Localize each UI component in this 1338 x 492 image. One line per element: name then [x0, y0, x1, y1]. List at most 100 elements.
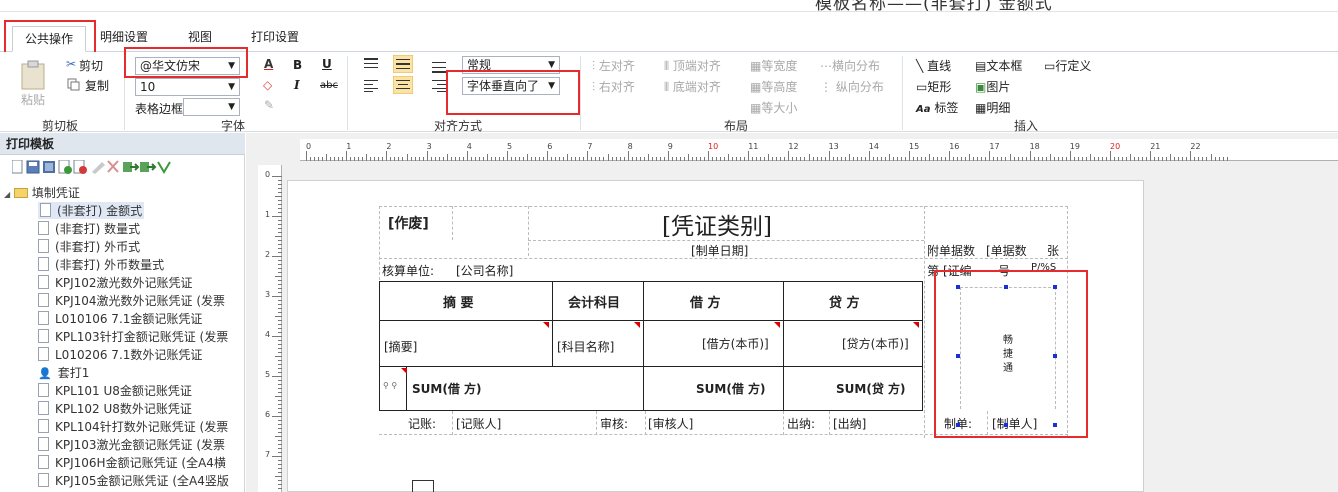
bookkeeper-label[interactable]: 记账: — [408, 415, 436, 432]
unit-label[interactable]: 核算单位: — [382, 262, 434, 279]
company-name-field[interactable]: [公司名称] — [456, 262, 513, 279]
align-left-layout-button[interactable]: ⫶ 左对齐 — [592, 57, 635, 74]
attachment-count-label[interactable]: 附单据数 — [927, 242, 975, 259]
ruler-tick — [864, 157, 866, 161]
column-header-summary[interactable]: 摘 要 — [443, 292, 474, 311]
attachment-count-field[interactable]: [单据数 — [986, 242, 1027, 259]
font-color-icon[interactable]: A — [264, 57, 273, 71]
ruler-tick — [278, 484, 282, 485]
sum-label[interactable]: SUM(借 方) — [412, 380, 481, 397]
tree-item[interactable]: KPL104针打数外记账凭证 (发票 — [38, 418, 228, 435]
tree-item[interactable]: KPJ103激光金额记账凭证 (发票 — [38, 436, 225, 453]
align-right-layout-button[interactable]: ⫶ 右对齐 — [592, 78, 635, 95]
tree-item[interactable]: (非套打) 外币数量式 — [38, 256, 164, 273]
tree-item[interactable]: KPJ104激光数外记账凭证 (发票 — [38, 292, 225, 309]
align-left-icon[interactable] — [364, 80, 378, 92]
ruler-tick — [494, 157, 496, 161]
ruler-tick — [275, 276, 282, 277]
refresh-icon[interactable] — [157, 161, 171, 174]
insert-textbox-button[interactable]: ▤文本框 — [975, 57, 1022, 74]
ruler-tick — [382, 157, 384, 161]
fill-color-icon[interactable]: ◇ — [263, 78, 272, 92]
small-checkbox[interactable] — [412, 480, 434, 492]
account-name-field[interactable]: [科目名称] — [557, 338, 614, 355]
import-icon[interactable] — [123, 162, 140, 172]
tree-item[interactable]: KPJ106H金额记账凭证 (全A4横 — [38, 454, 226, 471]
row-definition-button[interactable]: ▭行定义 — [1044, 57, 1091, 74]
auditor-field[interactable]: [审核人] — [648, 415, 693, 432]
tree-item[interactable]: (非套打) 外币式 — [38, 238, 140, 255]
tree-item[interactable]: (非套打) 金额式 — [38, 202, 145, 219]
equal-height-button[interactable]: ▦等高度 — [750, 78, 797, 95]
separator — [580, 56, 581, 130]
tree-item[interactable]: KPL101 U8金额记账凭证 — [38, 382, 192, 399]
tree-item[interactable]: KPJ102激光数外记账凭证 — [38, 274, 193, 291]
ruler-tick — [929, 154, 931, 161]
credit-field[interactable]: [贷方(本币)] — [842, 335, 909, 352]
strikethrough-button[interactable]: abc — [320, 80, 338, 91]
summary-field[interactable]: [摘要] — [384, 338, 417, 355]
edit-icon[interactable] — [43, 161, 55, 173]
align-middle-icon[interactable] — [393, 55, 413, 73]
close-icon[interactable] — [107, 160, 119, 173]
tree-item[interactable]: KPJ105金额记账凭证 (全A4竖版 — [38, 472, 229, 489]
column-header-account[interactable]: 会计科目 — [568, 292, 620, 311]
tree-item[interactable]: 👤 套打1 — [38, 364, 89, 381]
auditor-label[interactable]: 审核: — [600, 415, 628, 432]
debit-field[interactable]: [借方(本币)] — [702, 335, 769, 352]
align-center-icon[interactable] — [393, 76, 413, 94]
align-top-icon[interactable] — [364, 58, 378, 70]
bold-button[interactable]: B — [293, 58, 302, 72]
align-right-icon[interactable] — [432, 80, 446, 92]
underline-button[interactable]: U — [322, 57, 332, 71]
table-border-select[interactable]: ▼ — [183, 98, 240, 116]
italic-button[interactable]: I — [294, 78, 300, 92]
export-icon[interactable] — [140, 162, 157, 172]
bookkeeper-field[interactable]: [记账人] — [456, 415, 501, 432]
delete-icon[interactable] — [73, 160, 87, 174]
ruler-tick — [639, 157, 641, 161]
column-header-credit[interactable]: 贷 方 — [829, 292, 860, 311]
pencil-icon[interactable]: ✎ — [264, 98, 274, 112]
cashier-field[interactable]: [出纳] — [833, 415, 866, 432]
tab-detail-settings[interactable]: 明细设置 — [100, 28, 148, 45]
tree-item[interactable]: L010106 7.1金额记账凭证 — [38, 310, 202, 327]
tab-view[interactable]: 视图 — [188, 28, 212, 45]
tree-item[interactable]: KPL102 U8数外记账凭证 — [38, 400, 192, 417]
tree-item[interactable]: L010206 7.1数外记账凭证 — [38, 346, 202, 363]
ruler-tick — [278, 180, 282, 181]
save-icon[interactable] — [26, 160, 40, 174]
voucher-date[interactable]: [制单日期] — [691, 242, 748, 259]
insert-detail-button[interactable]: ▦明细 — [975, 99, 1010, 116]
equal-size-button[interactable]: ▦等大小 — [750, 99, 797, 116]
insert-line-button[interactable]: ╲ 直线 — [916, 57, 951, 74]
voucher-type-title[interactable]: [凭证类别] — [662, 207, 772, 241]
new-icon[interactable] — [12, 160, 23, 174]
insert-rect-button[interactable]: ▭矩形 — [916, 78, 951, 95]
sum-credit[interactable]: SUM(贷 方) — [836, 380, 905, 397]
vertical-distribute-button[interactable]: ⋮ 纵向分布 — [820, 78, 884, 95]
insert-label-button[interactable]: Aa 标签 — [916, 99, 958, 116]
cashier-label[interactable]: 出纳: — [787, 415, 815, 432]
align-bottom-layout-button[interactable]: ⫴ 底端对齐 — [664, 78, 721, 95]
font-size-select[interactable]: 10 ▼ — [135, 78, 240, 96]
align-bottom-icon[interactable] — [432, 62, 446, 74]
ruler-tick — [366, 154, 368, 161]
equal-width-button[interactable]: ▦等宽度 — [750, 57, 797, 74]
column-header-debit[interactable]: 借 方 — [690, 292, 721, 311]
void-label[interactable]: [作废] — [388, 213, 429, 233]
insert-image-button[interactable]: ▣图片 — [975, 78, 1010, 95]
tree-root[interactable]: ◢ 填制凭证 — [4, 184, 80, 201]
ruler-tick — [450, 157, 452, 161]
ruler-tick — [844, 157, 846, 161]
sum-debit[interactable]: SUM(借 方) — [696, 380, 765, 397]
tree-item[interactable]: KPL103针打金额记账凭证 (发票 — [38, 328, 228, 345]
align-top-layout-button[interactable]: ⫴ 顶端对齐 — [664, 57, 721, 74]
ruler-tick — [603, 157, 605, 161]
horizontal-distribute-button[interactable]: ⋯横向分布 — [820, 57, 880, 74]
add-icon[interactable] — [58, 160, 72, 174]
pencil-icon[interactable] — [92, 162, 105, 174]
zhang-label[interactable]: 张 — [1047, 242, 1059, 259]
tree-item[interactable]: (非套打) 数量式 — [38, 220, 140, 237]
tab-print-settings[interactable]: 打印设置 — [251, 28, 299, 45]
